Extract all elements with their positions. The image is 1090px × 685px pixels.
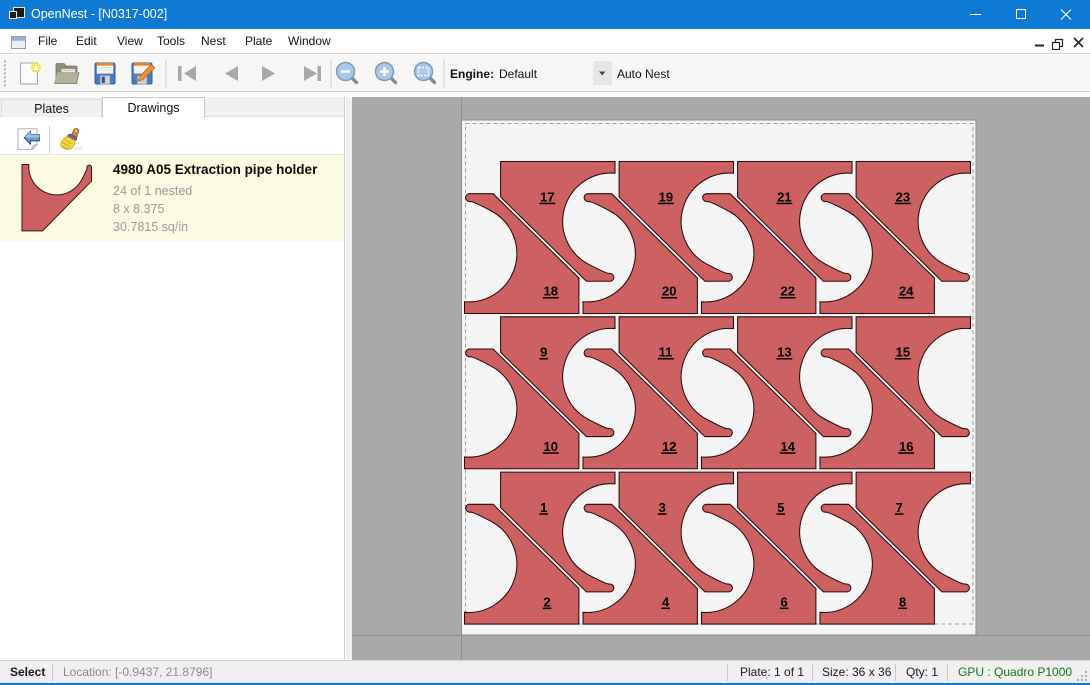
- svg-text:12: 12: [662, 439, 676, 454]
- svg-text:13: 13: [777, 345, 791, 360]
- svg-text:6: 6: [781, 594, 788, 609]
- svg-text:4: 4: [662, 594, 670, 609]
- svg-text:8: 8: [899, 594, 906, 609]
- svg-text:2: 2: [544, 594, 551, 609]
- svg-text:14: 14: [781, 439, 796, 454]
- svg-text:3: 3: [659, 500, 666, 515]
- svg-text:11: 11: [659, 345, 673, 360]
- svg-text:18: 18: [544, 284, 558, 299]
- svg-text:22: 22: [781, 284, 795, 299]
- svg-text:Engine:: Engine:: [450, 67, 494, 81]
- svg-text:15: 15: [896, 345, 910, 360]
- svg-text:23: 23: [896, 189, 910, 204]
- svg-text:1: 1: [540, 500, 547, 515]
- svg-text:16: 16: [899, 439, 913, 454]
- svg-text:24: 24: [899, 284, 914, 299]
- svg-text:Default: Default: [499, 67, 538, 81]
- svg-text:9: 9: [540, 345, 547, 360]
- svg-text:19: 19: [659, 189, 673, 204]
- svg-text:5: 5: [777, 500, 784, 515]
- svg-text:7: 7: [896, 500, 903, 515]
- svg-text:10: 10: [544, 439, 558, 454]
- svg-text:Auto Nest: Auto Nest: [617, 67, 670, 81]
- svg-text:20: 20: [662, 284, 676, 299]
- svg-text:21: 21: [777, 189, 791, 204]
- svg-text:17: 17: [540, 189, 554, 204]
